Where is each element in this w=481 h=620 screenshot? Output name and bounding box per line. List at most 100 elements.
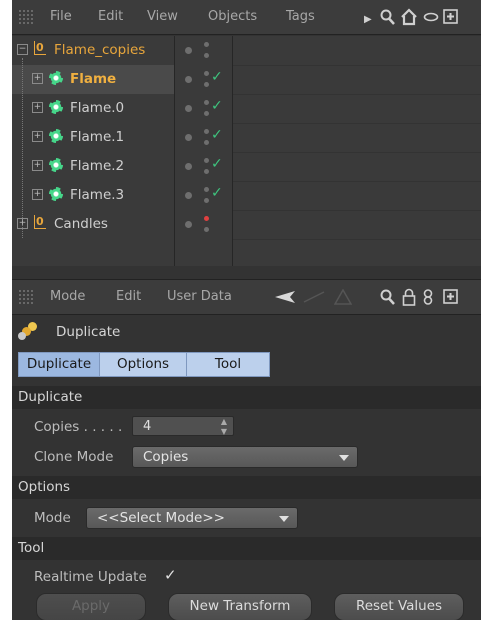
back-arrow-icon[interactable] bbox=[274, 290, 296, 309]
expand-toggle-icon[interactable]: + bbox=[32, 189, 43, 200]
mode-value: <<Select Mode>> bbox=[97, 510, 225, 526]
attribute-manager-menubar: Mode Edit User Data bbox=[12, 279, 481, 315]
apply-button[interactable]: Apply bbox=[36, 593, 146, 620]
expand-toggle-icon[interactable]: + bbox=[32, 131, 43, 142]
menu-edit[interactable]: Edit bbox=[98, 0, 123, 34]
object-row-flame-1[interactable]: + Flame.1 ✓ bbox=[12, 123, 481, 153]
visibility-dot[interactable] bbox=[185, 76, 192, 83]
editor-visibility-dot[interactable] bbox=[204, 129, 209, 134]
editor-visibility-dot[interactable] bbox=[204, 42, 209, 47]
mode-dropdown[interactable]: <<Select Mode>> bbox=[86, 507, 298, 529]
tab-duplicate[interactable]: Duplicate bbox=[18, 352, 100, 377]
tab-tool[interactable]: Tool bbox=[186, 352, 270, 377]
home-icon[interactable] bbox=[400, 8, 418, 31]
render-visibility-dot[interactable] bbox=[204, 111, 209, 116]
clone-mode-dropdown[interactable]: Copies bbox=[132, 446, 358, 468]
chain-icon[interactable] bbox=[422, 288, 434, 311]
reset-values-button[interactable]: Reset Values bbox=[334, 593, 464, 620]
search-icon[interactable] bbox=[380, 288, 396, 311]
expand-toggle-icon[interactable]: + bbox=[32, 160, 43, 171]
object-row-candles[interactable]: + 0 Candles bbox=[12, 210, 481, 240]
object-row-flame-2[interactable]: + Flame.2 ✓ bbox=[12, 152, 481, 182]
emitter-object-icon bbox=[49, 71, 63, 85]
clone-mode-value: Copies bbox=[143, 449, 189, 465]
object-name[interactable]: Flame_copies bbox=[54, 36, 145, 65]
render-visibility-dot[interactable] bbox=[204, 198, 209, 203]
object-manager-menubar: File Edit View Objects Tags ▶ bbox=[12, 0, 481, 35]
visibility-dot[interactable] bbox=[185, 134, 192, 141]
new-window-icon[interactable] bbox=[443, 288, 459, 311]
render-visibility-dot[interactable] bbox=[204, 82, 209, 87]
tab-options[interactable]: Options bbox=[99, 352, 187, 377]
expand-toggle-icon[interactable]: + bbox=[32, 102, 43, 113]
new-transform-button[interactable]: New Transform bbox=[168, 593, 312, 620]
new-window-icon[interactable] bbox=[443, 8, 459, 31]
null-object-icon: 0 bbox=[34, 41, 46, 55]
collapse-toggle-icon[interactable]: − bbox=[17, 44, 28, 55]
expand-toggle-icon[interactable]: + bbox=[17, 218, 28, 229]
section-header-tool[interactable]: Tool bbox=[12, 537, 481, 560]
panel-grip-icon[interactable] bbox=[18, 9, 34, 25]
emitter-object-icon bbox=[49, 158, 63, 172]
menu-user-data[interactable]: User Data bbox=[167, 280, 232, 314]
editor-visibility-red-dot[interactable] bbox=[204, 216, 209, 221]
menu-edit[interactable]: Edit bbox=[116, 280, 141, 314]
section-header-options[interactable]: Options bbox=[12, 476, 481, 499]
object-name[interactable]: Flame bbox=[70, 65, 116, 94]
play-arrow-icon[interactable]: ▶ bbox=[364, 11, 372, 29]
render-visibility-dot[interactable] bbox=[204, 169, 209, 174]
menu-view[interactable]: View bbox=[147, 0, 178, 34]
copies-label: Copies . . . . . bbox=[34, 419, 123, 435]
render-visibility-dot[interactable] bbox=[204, 227, 209, 232]
menu-objects[interactable]: Objects bbox=[208, 0, 257, 34]
enabled-check-icon[interactable]: ✓ bbox=[211, 98, 223, 114]
visibility-dot[interactable] bbox=[185, 192, 192, 199]
object-name[interactable]: Flame.0 bbox=[70, 94, 124, 123]
visibility-dot[interactable] bbox=[185, 221, 192, 228]
cinema4d-panel: File Edit View Objects Tags ▶ − 0 Flame_… bbox=[12, 0, 481, 620]
visibility-dot[interactable] bbox=[185, 163, 192, 170]
copies-value: 4 bbox=[143, 419, 152, 434]
duplicate-object-icon bbox=[18, 321, 40, 341]
render-visibility-dot[interactable] bbox=[204, 140, 209, 145]
forward-arrow-icon[interactable] bbox=[302, 290, 326, 309]
object-name[interactable]: Flame.1 bbox=[70, 123, 124, 152]
panel-grip-icon[interactable] bbox=[18, 289, 34, 305]
menu-tags[interactable]: Tags bbox=[286, 0, 315, 34]
emitter-object-icon bbox=[49, 187, 63, 201]
object-name[interactable]: Candles bbox=[54, 210, 108, 239]
object-tree: − 0 Flame_copies + Flame ✓ + Flame.0 ✓ +… bbox=[12, 36, 481, 266]
expand-toggle-icon[interactable]: + bbox=[32, 73, 43, 84]
menu-mode[interactable]: Mode bbox=[50, 280, 85, 314]
editor-visibility-dot[interactable] bbox=[204, 100, 209, 105]
editor-visibility-dot[interactable] bbox=[204, 71, 209, 76]
object-row-flame-0[interactable]: + Flame.0 ✓ bbox=[12, 94, 481, 124]
copies-input[interactable]: 4 ▲ ▼ bbox=[132, 416, 234, 436]
visibility-dot[interactable] bbox=[185, 47, 192, 54]
editor-visibility-dot[interactable] bbox=[204, 158, 209, 163]
up-arrow-icon[interactable] bbox=[333, 288, 353, 310]
enabled-check-icon[interactable]: ✓ bbox=[211, 156, 223, 172]
object-name[interactable]: Flame.3 bbox=[70, 181, 124, 210]
eye-icon[interactable] bbox=[423, 8, 439, 31]
null-object-icon: 0 bbox=[34, 215, 46, 229]
render-visibility-dot[interactable] bbox=[204, 53, 209, 58]
enabled-check-icon[interactable]: ✓ bbox=[211, 69, 223, 85]
enabled-check-icon[interactable]: ✓ bbox=[211, 185, 223, 201]
object-row-flame[interactable]: + Flame ✓ bbox=[12, 65, 481, 95]
section-header-duplicate[interactable]: Duplicate bbox=[12, 386, 481, 409]
object-name[interactable]: Flame.2 bbox=[70, 152, 124, 181]
chevron-down-icon bbox=[339, 455, 349, 461]
realtime-update-label: Realtime Update bbox=[34, 569, 147, 585]
search-icon[interactable] bbox=[380, 8, 396, 31]
visibility-dot[interactable] bbox=[185, 105, 192, 112]
mode-label: Mode bbox=[34, 510, 71, 526]
object-row-flame-copies[interactable]: − 0 Flame_copies bbox=[12, 36, 481, 66]
enabled-check-icon[interactable]: ✓ bbox=[211, 127, 223, 143]
editor-visibility-dot[interactable] bbox=[204, 187, 209, 192]
realtime-update-checkbox[interactable]: ✓ bbox=[164, 566, 177, 584]
lock-icon[interactable] bbox=[402, 288, 416, 311]
menu-file[interactable]: File bbox=[50, 0, 72, 34]
object-row-flame-3[interactable]: + Flame.3 ✓ bbox=[12, 181, 481, 211]
stepper-arrows-icon[interactable]: ▲ ▼ bbox=[221, 417, 227, 437]
